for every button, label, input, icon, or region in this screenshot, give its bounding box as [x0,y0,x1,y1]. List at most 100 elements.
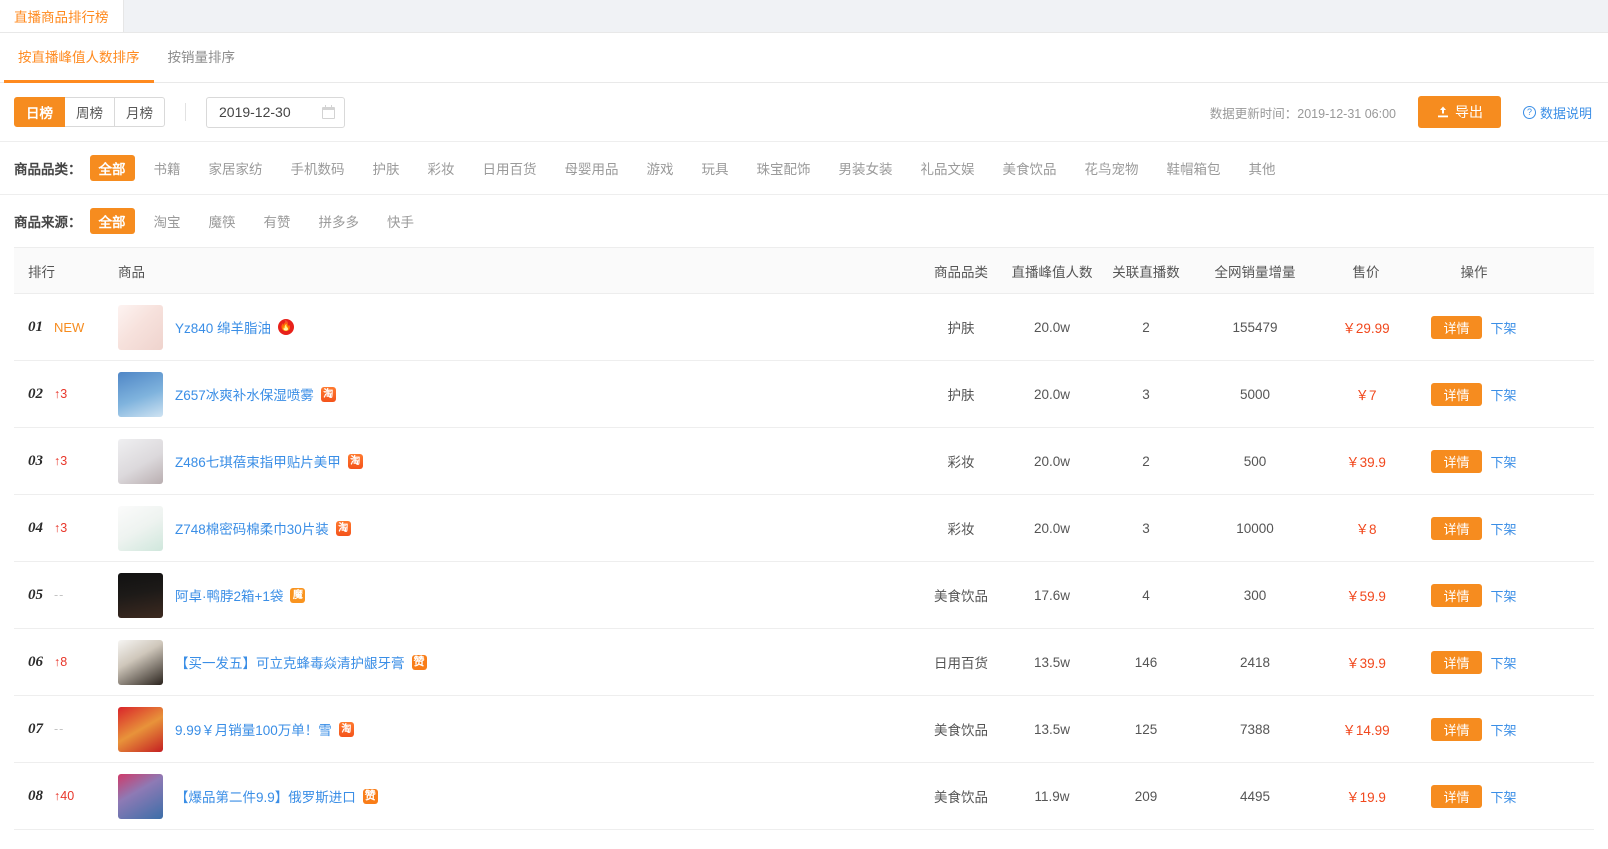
rank-trend-indicator: ↑3 [54,387,68,401]
filter-category-option-all[interactable]: 全部 [89,155,135,181]
offshelf-link[interactable]: 下架 [1491,452,1517,471]
column-header-rank: 排行 [28,264,55,280]
filter-source-option-taobao[interactable]: 淘宝 [145,208,190,234]
table-row: 07 -- 9.99￥月销量100万单！雪淘 美食饮品 13.5w 125 7388 ￥14.… [14,696,1594,763]
product-thumbnail[interactable] [118,639,163,685]
product-name-link[interactable]: Z748棉密码棉柔巾30片装淘 [175,518,351,538]
filter-source-option-pinduoduo[interactable]: 拼多多 [310,208,369,234]
period-button-monthly[interactable]: 月榜 [114,97,165,127]
table-row: 06 ↑8 【买一发五】可立克蜂毒焱清护龈牙膏赞 日用百货 13.5w 146 2418 ￥3… [14,629,1594,696]
filter-category-option-phone-digital[interactable]: 手机数码 [282,155,354,181]
filter-source-option-all[interactable]: 全部 [89,208,135,234]
period-button-weekly-label: 周榜 [76,106,103,121]
filter-category-label: 商品品类： [14,162,82,177]
tab-sort-by-sales-label: 按销量排序 [167,49,236,65]
window-tab-live-product-ranking[interactable]: 直播商品排行榜 [0,0,124,32]
detail-button[interactable]: 详情 [1431,382,1482,406]
period-button-daily-label: 日榜 [26,106,53,121]
product-cell: Yz840 绵羊脂油 🔥 [118,304,918,350]
filter-category-option-pets-plants[interactable]: 花鸟宠物 [1076,155,1148,181]
product-cell: Z748棉密码棉柔巾30片装淘 [118,505,918,551]
filter-category-option-skincare[interactable]: 护肤 [364,155,409,181]
filter-source-option-mokuai[interactable]: 魔筷 [200,208,245,234]
detail-button[interactable]: 详情 [1431,650,1482,674]
filter-category-option-shoes-bags[interactable]: 鞋帽箱包 [1158,155,1230,181]
product-name-link[interactable]: Z657冰爽补水保湿喷雾淘 [175,384,336,404]
actions-cell: 详情 下架 [1414,382,1534,406]
related-lives-cell: 209 [1134,788,1158,804]
actions-cell: 详情 下架 [1414,717,1534,741]
category-cell: 护肤 [947,388,975,403]
tab-sort-by-peak-viewers[interactable]: 按直播峰值人数排序 [4,33,154,83]
product-name-link[interactable]: Z486七琪蓓束指甲贴片美甲淘 [175,451,363,471]
filter-category-option-daily-goods[interactable]: 日用百货 [474,155,546,181]
offshelf-link[interactable]: 下架 [1491,519,1517,538]
filter-category-option-jewelry[interactable]: 珠宝配饰 [748,155,820,181]
offshelf-link[interactable]: 下架 [1491,653,1517,672]
offshelf-link[interactable]: 下架 [1491,787,1517,806]
detail-button[interactable]: 详情 [1431,449,1482,473]
product-name-link[interactable]: 阿卓·鸭脖2箱+1袋魔 [175,585,306,605]
price-cell: ￥14.99 [1342,723,1390,738]
tab-sort-by-sales[interactable]: 按销量排序 [154,33,250,83]
column-header-product: 商品 [118,264,145,280]
detail-button[interactable]: 详情 [1431,583,1482,607]
data-description-link[interactable]: ? 数据说明 [1522,103,1592,122]
product-thumbnail[interactable] [118,773,163,819]
filter-source-option-youzan[interactable]: 有赞 [255,208,300,234]
price-cell: ￥29.99 [1342,321,1390,336]
product-name-link[interactable]: 【爆品第二件9.9】俄罗斯进口赞 [175,786,378,806]
offshelf-link[interactable]: 下架 [1491,586,1517,605]
rank-trend-indicator: ↑3 [54,454,68,468]
export-button-label: 导出 [1454,104,1483,120]
product-name-link[interactable]: 【买一发五】可立克蜂毒焱清护龈牙膏赞 [175,652,427,672]
table-row: 02 ↑3 Z657冰爽补水保湿喷雾淘 护肤 20.0w 3 5000 ￥7 详情 下架 [14,361,1594,428]
product-thumbnail[interactable] [118,505,163,551]
taobao-badge: 淘 [335,520,351,536]
detail-button[interactable]: 详情 [1431,516,1482,540]
detail-button[interactable]: 详情 [1431,717,1482,741]
product-thumbnail[interactable] [118,438,163,484]
detail-button[interactable]: 详情 [1431,315,1482,339]
taobao-badge: 淘 [320,386,336,402]
filter-category-option-toys[interactable]: 玩具 [693,155,738,181]
product-thumbnail[interactable] [118,572,163,618]
rank-number: 03 [28,452,43,469]
filter-category-option-books[interactable]: 书籍 [145,155,190,181]
filter-category-option-home-textiles[interactable]: 家居家纺 [200,155,272,181]
product-name-link[interactable]: 9.99￥月销量100万单！雪淘 [175,719,354,739]
category-cell: 美食饮品 [934,723,988,738]
youzan-badge: 赞 [362,788,378,804]
filter-category-option-games[interactable]: 游戏 [638,155,683,181]
detail-button[interactable]: 详情 [1431,784,1482,808]
offshelf-link[interactable]: 下架 [1491,318,1517,337]
product-name-text: 【买一发五】可立克蜂毒焱清护龈牙膏 [175,656,405,671]
filter-category-option-apparel[interactable]: 男装女装 [830,155,902,181]
sort-tab-bar: 按直播峰值人数排序 按销量排序 [0,33,1608,83]
product-cell: Z486七琪蓓束指甲贴片美甲淘 [118,438,918,484]
product-name-link[interactable]: Yz840 绵羊脂油 🔥 [175,317,295,337]
related-lives-cell: 3 [1142,386,1150,402]
filter-category-option-makeup[interactable]: 彩妆 [419,155,464,181]
period-button-daily[interactable]: 日榜 [14,97,65,127]
product-name-text: 【爆品第二件9.9】俄罗斯进口 [175,790,356,805]
product-thumbnail[interactable] [118,371,163,417]
filter-category-option-mother-baby[interactable]: 母婴用品 [556,155,628,181]
price-cell: ￥59.9 [1346,589,1386,604]
offshelf-link[interactable]: 下架 [1491,385,1517,404]
filter-category-option-food-drink[interactable]: 美食饮品 [994,155,1066,181]
rank-trend-indicator: NEW [54,319,85,335]
youzan-badge: 赞 [411,654,427,670]
product-thumbnail[interactable] [118,304,163,350]
column-header-sales-growth: 全网销量增量 [1214,264,1296,280]
column-header-actions: 操作 [1460,264,1488,280]
period-button-weekly[interactable]: 周榜 [64,97,115,127]
product-thumbnail[interactable] [118,706,163,752]
date-picker[interactable]: 2019-12-30 [206,96,345,128]
offshelf-link[interactable]: 下架 [1491,720,1517,739]
filter-category-option-gifts-culture[interactable]: 礼品文娱 [912,155,984,181]
filter-source-option-kuaishou[interactable]: 快手 [378,208,423,234]
question-circle-icon: ? [1522,105,1536,119]
export-button[interactable]: 导出 [1417,96,1501,128]
filter-category-option-other[interactable]: 其他 [1240,155,1285,181]
